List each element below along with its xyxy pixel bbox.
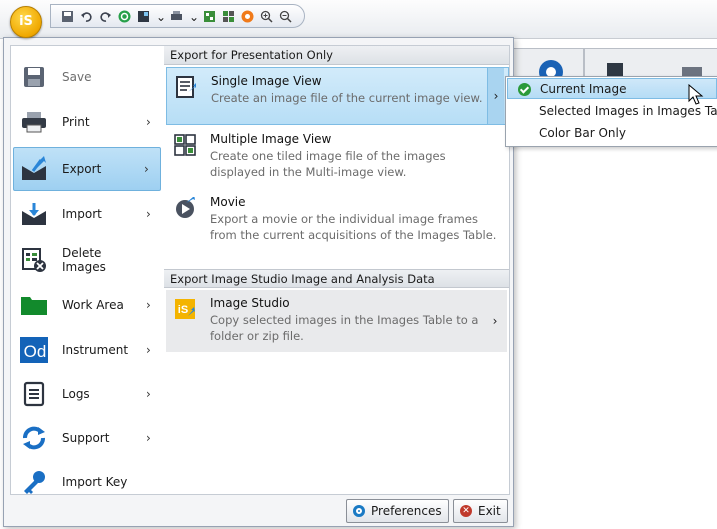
svg-text:iS: iS [178,304,188,316]
menu-command-list: Save Print › Export › Import › Delete Im… [10,45,166,495]
svg-text:Od: Od [24,342,47,361]
menu-item-delete-images[interactable]: Delete Images [14,239,162,281]
import-icon [20,200,48,228]
item-title: Single Image View [211,74,322,88]
single-image-icon [175,76,197,98]
chevron-right-icon: › [144,162,149,176]
menu-footer: Preferences ✕ Exit [4,493,513,526]
menu-item-label: Export [62,162,102,176]
menu-item-label: Work Area [62,298,124,312]
grid-icon[interactable] [203,10,216,23]
menu-item-support[interactable]: Support › [14,417,162,459]
close-icon: ✕ [460,505,472,517]
chevron-right-icon: › [146,431,151,445]
chevron-right-icon: › [146,298,151,312]
submenu-item-current-image[interactable]: Current Image [507,78,717,99]
item-title: Multiple Image View [210,132,332,146]
exit-button[interactable]: ✕ Exit [453,499,508,523]
menu-item-print[interactable]: Print › [14,101,162,143]
submenu-item-color-bar[interactable]: Color Bar Only [507,123,717,144]
redo-icon[interactable] [99,10,112,23]
menu-item-label: Import [62,207,102,221]
section-header-presentation: Export for Presentation Only [164,46,509,65]
menu-item-import[interactable]: Import › [14,193,162,235]
chevron-right-icon[interactable]: › [487,290,503,352]
chevron-right-icon: › [146,207,151,221]
preferences-button[interactable]: Preferences [346,499,449,523]
item-description: Export a movie or the individual image f… [210,212,497,242]
menu-item-label: Print [62,115,90,129]
mouse-cursor-icon [688,84,704,105]
menu-item-logs[interactable]: Logs › [14,373,162,415]
movie-item[interactable]: Movie Export a movie or the individual i… [166,189,507,251]
item-title: Movie [210,195,246,209]
menu-item-label: Delete Images [62,246,106,274]
submenu-item-label: Current Image [540,82,627,96]
quick-access-toolbar: ⌄ ⌄ [50,4,305,28]
zoom-in-icon[interactable] [260,10,273,23]
key-icon [20,468,48,496]
support-icon [20,424,48,452]
export-icon [20,155,48,183]
menu-item-export[interactable]: Export › [13,147,161,191]
record-icon[interactable] [241,10,254,23]
item-description: Create an image file of the current imag… [211,91,483,105]
image-studio-icon: iS [174,298,196,320]
menu-item-label: Support [62,431,110,445]
save-icon [20,63,48,91]
delete-images-icon [20,246,48,274]
section-header-image-studio: Export Image Studio Image and Analysis D… [164,269,509,288]
image-studio-item[interactable]: iS Image Studio Copy selected images in … [166,290,507,352]
submenu-item-label: Color Bar Only [539,126,626,140]
app-menu-button[interactable]: iS [10,6,42,38]
menu-item-work-area[interactable]: Work Area › [14,284,162,326]
exit-label: Exit [478,504,501,518]
item-title: Image Studio [210,296,290,310]
multiple-image-view-item[interactable]: Multiple Image View Create one tiled ima… [166,126,507,186]
item-description: Copy selected images in the Images Table… [210,313,479,343]
item-description: Create one tiled image file of the image… [210,149,446,179]
menu-item-label: Instrument [62,343,129,357]
menu-item-label: Logs [62,387,90,401]
image-icon[interactable] [137,10,150,23]
menu-item-label: Import Key [62,475,128,489]
single-image-submenu: Current Image Selected Images in Images … [505,76,717,147]
multi-image-icon [174,134,196,156]
logs-icon [20,380,48,408]
undo-icon[interactable] [80,10,93,23]
chevron-right-icon[interactable]: › [487,68,504,124]
dropdown-icon[interactable]: ⌄ [189,10,199,24]
folder-icon [20,291,48,319]
chevron-right-icon: › [146,343,151,357]
preferences-icon [353,505,365,517]
zoom-out-icon[interactable] [279,10,292,23]
preferences-label: Preferences [371,504,442,518]
print-icon [20,108,48,136]
menu-item-label: Save [62,70,92,84]
application-menu: Save Print › Export › Import › Delete Im… [3,37,514,527]
instrument-icon: Od [20,336,48,364]
toolbar: ⌄ ⌄ [0,0,717,39]
chevron-right-icon: › [146,115,151,129]
save-icon[interactable] [61,10,74,23]
submenu-item-selected-images[interactable]: Selected Images in Images Table [507,101,717,122]
checkmark-icon [518,83,531,96]
single-image-view-item[interactable]: Single Image View Create an image file o… [166,67,509,125]
app-logo-text: iS [19,14,33,29]
chevron-right-icon: › [146,387,151,401]
menu-item-save[interactable]: Save [14,56,162,98]
movie-icon [174,194,196,219]
export-options-panel: Export for Presentation Only Single Imag… [164,45,510,495]
table-icon[interactable] [222,10,235,23]
dropdown-icon[interactable]: ⌄ [156,10,166,24]
print-icon[interactable] [170,10,183,23]
refresh-icon[interactable] [118,10,131,23]
menu-item-instrument[interactable]: Od Instrument › [14,329,162,371]
